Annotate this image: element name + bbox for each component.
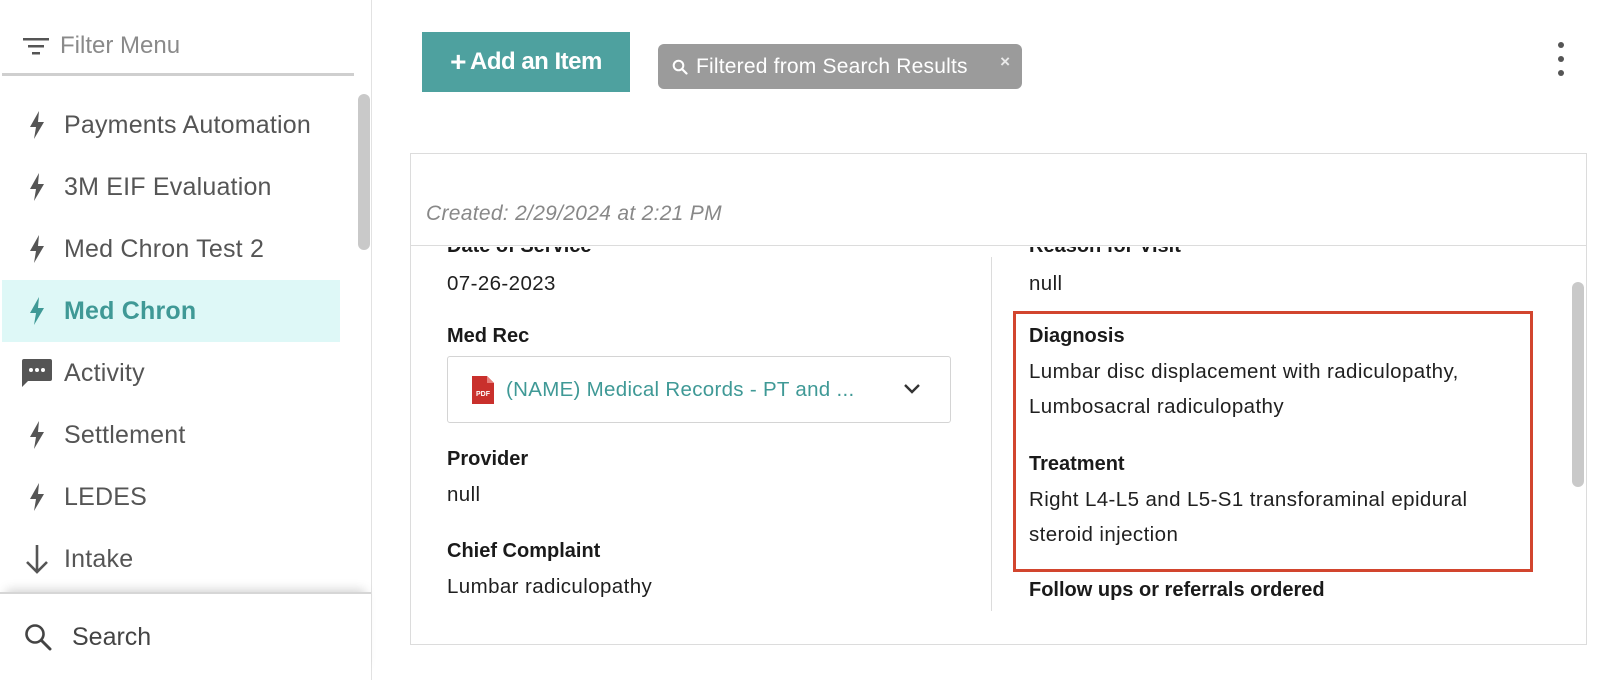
provider-value: null <box>447 483 481 506</box>
lightning-icon <box>22 483 52 511</box>
search-label: Search <box>72 622 152 651</box>
sidebar-item-activity[interactable]: Activity <box>2 342 340 404</box>
date-of-service-value: 07-26-2023 <box>447 272 556 295</box>
created-timestamp: Created: 2/29/2024 at 2:21 PM <box>426 202 722 225</box>
sidebar-scrollbar[interactable] <box>358 94 370 250</box>
sidebar-item-label: Settlement <box>64 420 186 449</box>
med-rec-value: (NAME) Medical Records - PT and ... <box>506 377 855 401</box>
med-rec-select[interactable]: PDF (NAME) Medical Records - PT and ... <box>447 356 951 423</box>
filter-menu-placeholder: Filter Menu <box>60 31 181 59</box>
column-divider <box>991 257 992 611</box>
card-body[interactable]: Date of Service 07-26-2023 Med Rec PDF (… <box>411 247 1586 644</box>
lightning-icon <box>22 297 52 325</box>
reason-for-visit-value: null <box>1029 272 1063 295</box>
reason-for-visit-label: Reason for Visit <box>1029 247 1181 258</box>
search-icon <box>22 623 54 651</box>
record-card: Created: 2/29/2024 at 2:21 PM Date of Se… <box>410 153 1587 645</box>
sidebar-item-intake[interactable]: Intake <box>2 528 340 590</box>
card-header: Created: 2/29/2024 at 2:21 PM <box>411 154 1586 246</box>
filter-menu-input[interactable]: Filter Menu <box>2 18 354 76</box>
card-scrollbar[interactable] <box>1572 282 1584 487</box>
sidebar-search-button[interactable]: Search <box>0 592 371 680</box>
pdf-icon: PDF <box>472 375 494 404</box>
filter-icon <box>22 36 50 56</box>
lightning-icon <box>22 421 52 449</box>
chief-complaint-value: Lumbar radiculopathy <box>447 575 653 598</box>
sidebar-nav: Payments Automation 3M EIF Evaluation Me… <box>2 94 340 590</box>
date-of-service-label: Date of Service <box>447 247 592 258</box>
med-rec-label: Med Rec <box>447 325 530 347</box>
follow-ups-label: Follow ups or referrals ordered <box>1029 579 1325 601</box>
treatment-value-line1: Right L4-L5 and L5-S1 transforaminal epi… <box>1029 488 1468 511</box>
sidebar-item-label: 3M EIF Evaluation <box>64 172 272 201</box>
treatment-value-line2: steroid injection <box>1029 523 1179 546</box>
lightning-icon <box>22 173 52 201</box>
chat-icon <box>22 359 52 387</box>
sidebar-item-label: Intake <box>64 544 134 573</box>
diagnosis-label: Diagnosis <box>1029 325 1125 347</box>
chevron-down-icon <box>904 384 920 394</box>
sidebar-item-label: Med Chron Test 2 <box>64 234 265 263</box>
sidebar-item-3m-eif-evaluation[interactable]: 3M EIF Evaluation <box>2 156 340 218</box>
lightning-icon <box>22 111 52 139</box>
arrow-down-icon <box>22 544 52 574</box>
add-item-label: Add an Item <box>470 48 602 75</box>
sidebar-item-label: Payments Automation <box>64 110 311 139</box>
plus-icon: + <box>450 46 466 77</box>
close-icon[interactable]: × <box>1000 52 1010 72</box>
sidebar-item-payments-automation[interactable]: Payments Automation <box>2 94 340 156</box>
diagnosis-value-line1: Lumbar disc displacement with radiculopa… <box>1029 360 1459 383</box>
more-options-icon[interactable] <box>1552 42 1570 76</box>
sidebar-item-label: LEDES <box>64 482 147 511</box>
sidebar-item-settlement[interactable]: Settlement <box>2 404 340 466</box>
svg-text:PDF: PDF <box>476 391 491 398</box>
lightning-icon <box>22 235 52 263</box>
add-item-button[interactable]: + Add an Item <box>422 32 630 92</box>
sidebar: Filter Menu Payments Automation 3M EIF E… <box>0 0 372 680</box>
sidebar-item-ledes[interactable]: LEDES <box>2 466 340 528</box>
sidebar-item-med-chron-test-2[interactable]: Med Chron Test 2 <box>2 218 340 280</box>
search-icon <box>670 59 690 75</box>
sidebar-item-label: Activity <box>64 358 145 387</box>
chief-complaint-label: Chief Complaint <box>447 540 601 562</box>
diagnosis-value-line2: Lumbosacral radiculopathy <box>1029 395 1284 418</box>
filter-chip-label: Filtered from Search Results <box>696 54 968 78</box>
sidebar-item-med-chron[interactable]: Med Chron <box>2 280 340 342</box>
provider-label: Provider <box>447 448 529 470</box>
treatment-label: Treatment <box>1029 453 1125 475</box>
search-filter-chip[interactable]: Filtered from Search Results × <box>658 44 1022 89</box>
sidebar-item-label: Med Chron <box>64 296 197 325</box>
